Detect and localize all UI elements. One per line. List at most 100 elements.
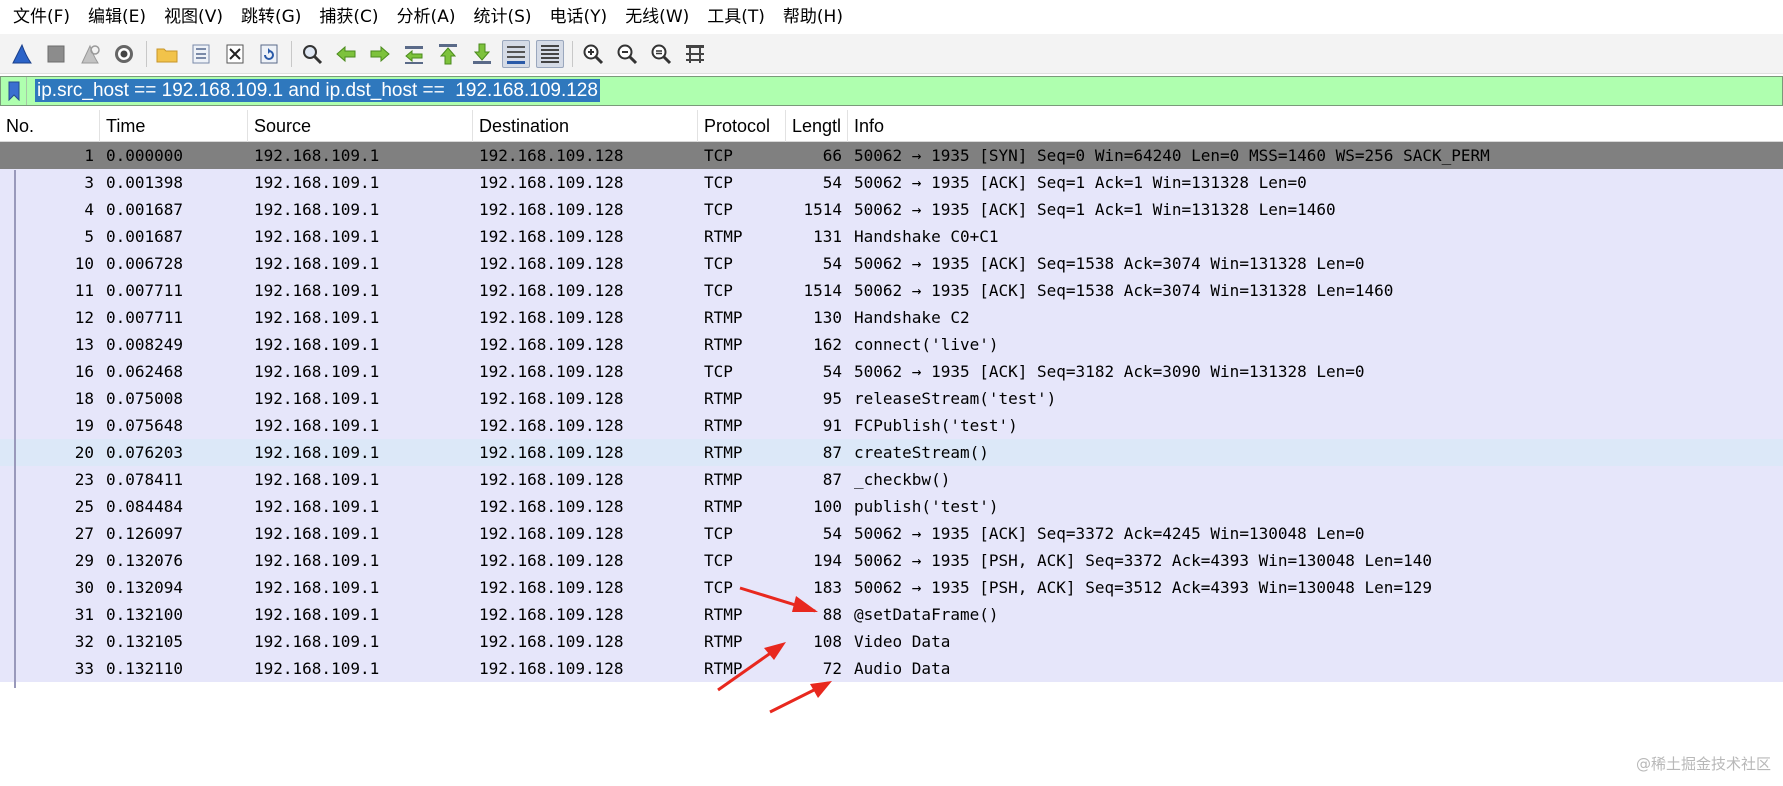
packet-protocol: TCP [704, 254, 733, 273]
table-row[interactable]: 33 0.132110 192.168.109.1 192.168.109.128 RT… [0, 655, 1783, 682]
stop-square-icon[interactable] [42, 40, 70, 68]
first-packet-icon[interactable] [434, 40, 462, 68]
table-row[interactable]: 5 0.001687 192.168.109.1 192.168.109.128 RTM… [0, 223, 1783, 250]
packet-protocol: RTMP [704, 605, 743, 624]
packet-protocol: TCP [704, 362, 733, 381]
reload-icon[interactable] [255, 40, 283, 68]
column-header-protocol[interactable]: Protocol [698, 110, 786, 142]
table-row[interactable]: 20 0.076203 192.168.109.1 192.168.109.128 RT… [0, 439, 1783, 466]
packet-time: 0.132076 [106, 551, 184, 570]
packet-time: 0.007711 [106, 308, 184, 327]
table-row[interactable]: 30 0.132094 192.168.109.1 192.168.109.128 TC… [0, 574, 1783, 601]
table-row[interactable]: 29 0.132076 192.168.109.1 192.168.109.128 TC… [0, 547, 1783, 574]
packet-time: 0.084484 [106, 497, 184, 516]
filter-bookmark-icon[interactable] [1, 77, 27, 105]
packet-protocol: TCP [704, 551, 733, 570]
packet-info: 50062 → 1935 [ACK] Seq=1 Ack=1 Win=13132… [854, 173, 1307, 192]
packet-length: 54 [822, 524, 842, 543]
packet-time: 0.062468 [106, 362, 184, 381]
packet-info: Audio Data [854, 659, 951, 678]
packet-destination: 192.168.109.128 [479, 227, 624, 246]
column-header-length[interactable]: Lengtl [786, 110, 848, 142]
colorize-icon[interactable] [536, 39, 564, 68]
close-file-icon[interactable] [221, 40, 249, 68]
packet-protocol: TCP [704, 281, 733, 300]
menu-item[interactable]: 视图(V) [155, 0, 232, 34]
zoom-in-icon[interactable] [579, 40, 607, 68]
go-forward-arrow-icon[interactable] [366, 40, 394, 68]
normal-size-icon[interactable] [647, 40, 675, 68]
capture-options-gear-icon[interactable] [110, 40, 138, 68]
packet-destination: 192.168.109.128 [479, 470, 624, 489]
menu-item[interactable]: 捕获(C) [310, 0, 387, 34]
go-to-packet-icon[interactable] [400, 40, 428, 68]
packet-length: 88 [822, 605, 842, 624]
column-header-time[interactable]: Time [100, 110, 248, 142]
table-row[interactable]: 13 0.008249 192.168.109.1 192.168.109.128 RT… [0, 331, 1783, 358]
display-filter-input[interactable]: ip.src_host == 192.168.109.1 and ip.dst_… [35, 79, 600, 103]
packet-source: 192.168.109.1 [254, 659, 380, 678]
packet-length: 183 [813, 578, 842, 597]
table-row[interactable]: 10 0.006728 192.168.109.1 192.168.109.128 TC… [0, 250, 1783, 277]
packet-rows: 1 0.000000 192.168.109.1 192.168.109.128 TCP… [0, 142, 1783, 682]
packet-protocol: RTMP [704, 443, 743, 462]
packet-protocol: RTMP [704, 416, 743, 435]
packet-no: 1 [84, 146, 94, 165]
packet-length: 54 [822, 254, 842, 273]
table-row[interactable]: 1 0.000000 192.168.109.1 192.168.109.128 TCP… [0, 142, 1783, 169]
resize-columns-icon[interactable] [681, 40, 709, 68]
packet-length: 87 [822, 443, 842, 462]
shark-fin-start-icon[interactable] [8, 40, 36, 68]
menu-item[interactable]: 工具(T) [698, 0, 774, 34]
column-header-destination[interactable]: Destination [473, 110, 698, 142]
last-packet-icon[interactable] [468, 40, 496, 68]
open-folder-icon[interactable] [153, 40, 181, 68]
table-row[interactable]: 32 0.132105 192.168.109.1 192.168.109.128 RT… [0, 628, 1783, 655]
menu-item[interactable]: 无线(W) [616, 0, 698, 34]
packet-destination: 192.168.109.128 [479, 605, 624, 624]
zoom-out-icon[interactable] [613, 40, 641, 68]
packet-time: 0.132105 [106, 632, 184, 651]
packet-source: 192.168.109.1 [254, 200, 380, 219]
menu-item[interactable]: 文件(F) [4, 0, 79, 34]
auto-scroll-icon[interactable] [502, 39, 530, 68]
column-header-info[interactable]: Info [848, 110, 1783, 142]
table-row[interactable]: 23 0.078411 192.168.109.1 192.168.109.128 RT… [0, 466, 1783, 493]
packet-source: 192.168.109.1 [254, 443, 380, 462]
column-header-source[interactable]: Source [248, 110, 473, 142]
packet-protocol: TCP [704, 200, 733, 219]
menu-item[interactable]: 统计(S) [464, 0, 540, 34]
go-back-arrow-icon[interactable] [332, 40, 360, 68]
packet-length: 72 [822, 659, 842, 678]
table-row[interactable]: 4 0.001687 192.168.109.1 192.168.109.128 TCP… [0, 196, 1783, 223]
table-row[interactable]: 16 0.062468 192.168.109.1 192.168.109.128 TC… [0, 358, 1783, 385]
packet-source: 192.168.109.1 [254, 605, 380, 624]
table-row[interactable]: 19 0.075648 192.168.109.1 192.168.109.128 RT… [0, 412, 1783, 439]
table-row[interactable]: 27 0.126097 192.168.109.1 192.168.109.128 TC… [0, 520, 1783, 547]
packet-protocol: RTMP [704, 389, 743, 408]
table-row[interactable]: 31 0.132100 192.168.109.1 192.168.109.128 RT… [0, 601, 1783, 628]
table-row[interactable]: 11 0.007711 192.168.109.1 192.168.109.128 TC… [0, 277, 1783, 304]
save-file-icon[interactable] [187, 40, 215, 68]
column-header-no[interactable]: No. [0, 110, 100, 142]
table-row[interactable]: 3 0.001398 192.168.109.1 192.168.109.128 TCP… [0, 169, 1783, 196]
packet-info: publish('test') [854, 497, 999, 516]
packet-info: 50062 → 1935 [ACK] Seq=3372 Ack=4245 Win… [854, 524, 1365, 543]
packet-time: 0.132094 [106, 578, 184, 597]
table-row[interactable]: 18 0.075008 192.168.109.1 192.168.109.128 RT… [0, 385, 1783, 412]
display-filter-bar: ip.src_host == 192.168.109.1 and ip.dst_… [0, 76, 1783, 106]
find-magnifier-icon[interactable] [298, 40, 326, 68]
packet-time: 0.132100 [106, 605, 184, 624]
packet-time: 0.008249 [106, 335, 184, 354]
menu-item[interactable]: 分析(A) [388, 0, 465, 34]
table-row[interactable]: 12 0.007711 192.168.109.1 192.168.109.128 RT… [0, 304, 1783, 331]
menu-item[interactable]: 帮助(H) [774, 0, 852, 34]
packet-time: 0.132110 [106, 659, 184, 678]
menu-item[interactable]: 编辑(E) [79, 0, 155, 34]
packet-protocol: TCP [704, 173, 733, 192]
table-row[interactable]: 25 0.084484 192.168.109.1 192.168.109.128 RT… [0, 493, 1783, 520]
menu-item[interactable]: 电话(Y) [541, 0, 617, 34]
restart-fin-icon[interactable] [76, 40, 104, 68]
menu-item[interactable]: 跳转(G) [232, 0, 310, 34]
packet-time: 0.001687 [106, 227, 184, 246]
